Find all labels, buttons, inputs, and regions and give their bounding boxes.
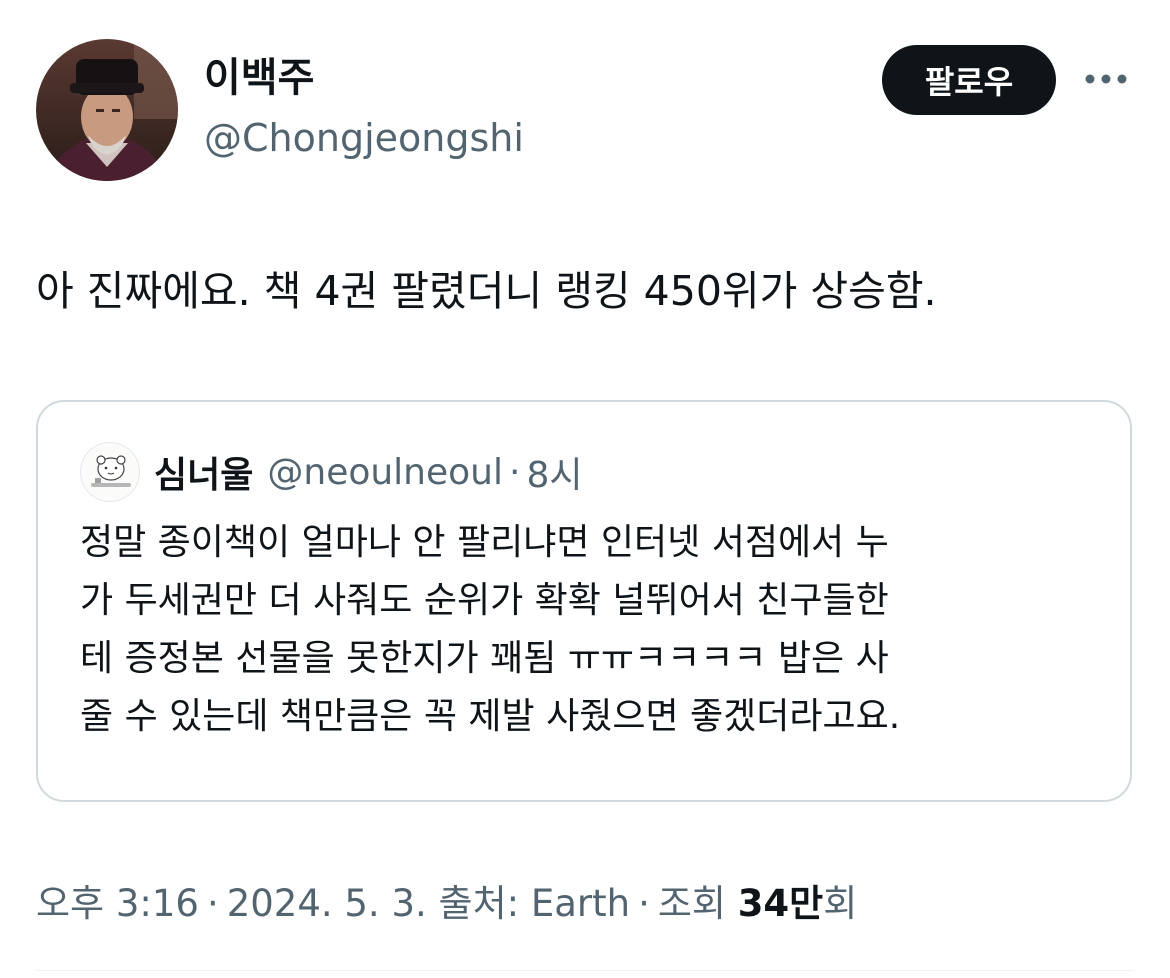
- follow-button[interactable]: 팔로우: [882, 45, 1056, 115]
- quote-text-line: 줄 수 있는데 책만큼은 꼭 제발 사줬으면 좋겠더라고요.: [80, 696, 901, 737]
- meta-separator: ·: [206, 882, 219, 925]
- divider: [36, 970, 1134, 971]
- tweet-date[interactable]: 2024. 5. 3.: [227, 882, 427, 925]
- quote-text-line: 가 두세권만 더 사줘도 순위가 확확 널뛰어서 친구들한: [80, 580, 889, 621]
- views-count[interactable]: 34만: [738, 882, 824, 925]
- author-info: 이백주 @Chongjeongshi: [204, 53, 524, 163]
- author-display-name[interactable]: 이백주: [204, 53, 524, 103]
- meta-separator: ·: [638, 882, 650, 925]
- quote-author-avatar[interactable]: [80, 442, 140, 502]
- quote-text-line: 정말 종이책이 얼마나 안 팔리냐면 인터넷 서점에서 누: [80, 522, 889, 563]
- tweet-time[interactable]: 오후 3:16: [36, 882, 199, 925]
- tweet-metadata: 오후 3:16 · 2024. 5. 3. 출처: Earth · 조회 34만회: [36, 878, 857, 930]
- author-avatar[interactable]: [36, 39, 178, 181]
- quote-header: 심너울 @neoulneoul · 8시: [80, 442, 582, 502]
- views-prefix: 조회: [657, 882, 726, 925]
- quote-timestamp[interactable]: 8시: [526, 446, 582, 498]
- quote-separator: ·: [509, 451, 521, 493]
- tweet-source: 출처: Earth: [438, 882, 631, 925]
- tweet-header: 이백주 @Chongjeongshi 팔로우: [36, 39, 1134, 181]
- quote-text-line: 테 증정본 선물을 못한지가 꽤됨 ㅠㅠㅋㅋㅋㅋ 밥은 사: [80, 638, 889, 679]
- author-handle[interactable]: @Chongjeongshi: [204, 113, 524, 163]
- quote-tweet-card[interactable]: 심너울 @neoulneoul · 8시 정말 종이책이 얼마나 안 팔리냐면 …: [36, 400, 1132, 802]
- quote-author-handle[interactable]: @neoulneoul: [267, 452, 503, 493]
- more-icon[interactable]: [1082, 59, 1130, 99]
- quote-author-name[interactable]: 심너울: [154, 446, 253, 498]
- quote-text: 정말 종이책이 얼마나 안 팔리냐면 인터넷 서점에서 누 가 두세권만 더 사…: [80, 514, 1090, 746]
- views-suffix: 회: [823, 882, 858, 925]
- tweet-text: 아 진짜에요. 책 4권 팔렸더니 랭킹 450위가 상승함.: [36, 267, 937, 315]
